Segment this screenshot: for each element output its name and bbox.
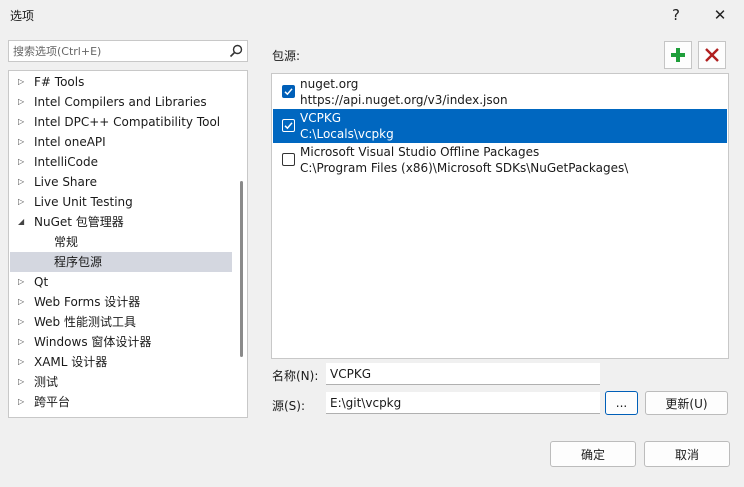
- check-icon: [284, 88, 293, 96]
- collapsed-arrow-icon[interactable]: ▷: [18, 332, 24, 352]
- name-label: 名称(N):: [272, 369, 319, 383]
- tree-item[interactable]: ▷ Qt: [10, 272, 232, 292]
- tree-item-label: 测试: [34, 375, 59, 389]
- tree-scrollbar-thumb[interactable]: [240, 181, 243, 357]
- source-name: VCPKG: [300, 111, 341, 125]
- tree-item[interactable]: 常规: [10, 232, 232, 252]
- source-field[interactable]: [326, 392, 600, 414]
- tree-item[interactable]: ▷ Live Unit Testing: [10, 192, 232, 212]
- search-input[interactable]: [13, 43, 223, 59]
- tree-item[interactable]: ▷ 跨平台: [10, 392, 232, 412]
- title-bar: 选项 ? ✕: [0, 0, 744, 30]
- source-name: nuget.org: [300, 77, 359, 91]
- plus-icon: [671, 48, 685, 62]
- source-list-item[interactable]: nuget.org https://api.nuget.org/v3/index.…: [273, 75, 727, 109]
- tree-item[interactable]: ▷ Live Share: [10, 172, 232, 192]
- source-list-item[interactable]: VCPKG C:\Locals\vcpkg: [273, 109, 727, 143]
- tree-item-label: Web 性能测试工具: [34, 315, 136, 329]
- tree-item[interactable]: ▷ Web Forms 设计器: [10, 292, 232, 312]
- tree-item-label: IntelliCode: [34, 155, 98, 169]
- add-source-button[interactable]: [664, 41, 692, 69]
- tree-item[interactable]: ▷ Windows 窗体设计器: [10, 332, 232, 352]
- tree-item-label: Live Unit Testing: [34, 195, 133, 209]
- collapsed-arrow-icon[interactable]: ▷: [18, 192, 24, 212]
- help-button[interactable]: ?: [658, 0, 694, 30]
- tree-item-label: 程序包源: [54, 255, 103, 269]
- source-list-item[interactable]: Microsoft Visual Studio Offline Packages…: [273, 143, 727, 177]
- collapsed-arrow-icon[interactable]: ▷: [18, 172, 24, 192]
- collapsed-arrow-icon[interactable]: ▷: [18, 92, 24, 112]
- collapsed-arrow-icon[interactable]: ▷: [18, 272, 24, 292]
- collapsed-arrow-icon[interactable]: ▷: [18, 352, 24, 372]
- tree-item-label: Web Forms 设计器: [34, 295, 141, 309]
- collapsed-arrow-icon[interactable]: ▷: [18, 372, 24, 392]
- ok-button[interactable]: 确定: [550, 441, 636, 467]
- search-icon[interactable]: [229, 44, 243, 58]
- delete-x-icon: [705, 48, 719, 62]
- tree-item[interactable]: 程序包源: [10, 252, 232, 272]
- source-enabled-checkbox[interactable]: [282, 153, 295, 166]
- search-box: [8, 40, 248, 62]
- source-label: 源(S):: [272, 399, 306, 413]
- source-enabled-checkbox[interactable]: [282, 85, 295, 98]
- collapsed-arrow-icon[interactable]: ▷: [18, 72, 24, 92]
- collapsed-arrow-icon[interactable]: ▷: [18, 132, 24, 152]
- tree-item[interactable]: ◢ NuGet 包管理器: [10, 212, 232, 232]
- tree-item-label: Intel oneAPI: [34, 135, 106, 149]
- source-enabled-checkbox[interactable]: [282, 119, 295, 132]
- collapsed-arrow-icon[interactable]: ▷: [18, 392, 24, 412]
- collapsed-arrow-icon[interactable]: ▷: [18, 292, 24, 312]
- tree-item-label: Live Share: [34, 175, 97, 189]
- package-source-list: nuget.org https://api.nuget.org/v3/index.…: [271, 73, 729, 359]
- tree-item-label: F# Tools: [34, 75, 85, 89]
- tree-item[interactable]: ▷ Intel Compilers and Libraries: [10, 92, 232, 112]
- check-icon: [284, 122, 293, 130]
- window-title: 选项: [10, 9, 35, 23]
- cancel-button[interactable]: 取消: [644, 441, 730, 467]
- tree-item[interactable]: ▷ XAML 设计器: [10, 352, 232, 372]
- tree-item-label: Intel Compilers and Libraries: [34, 95, 207, 109]
- tree-item[interactable]: ▷ Web 性能测试工具: [10, 312, 232, 332]
- name-field[interactable]: [326, 363, 600, 385]
- collapsed-arrow-icon[interactable]: ▷: [18, 112, 24, 132]
- tree-item[interactable]: ▷ 测试: [10, 372, 232, 392]
- tree-item[interactable]: ▷ F# Tools: [10, 72, 232, 92]
- tree-item-label: Intel DPC++ Compatibility Tool: [34, 115, 221, 129]
- tree-item[interactable]: ▷ Intel oneAPI: [10, 132, 232, 152]
- tree-item-label: XAML 设计器: [34, 355, 108, 369]
- tree-item[interactable]: ▷ IntelliCode: [10, 152, 232, 172]
- tree-item-label: 跨平台: [34, 395, 71, 409]
- collapsed-arrow-icon[interactable]: ▷: [18, 152, 24, 172]
- expanded-arrow-icon[interactable]: ◢: [18, 212, 24, 232]
- source-name: Microsoft Visual Studio Offline Packages: [300, 145, 540, 159]
- tree-item-label: NuGet 包管理器: [34, 215, 124, 229]
- browse-button[interactable]: ...: [605, 391, 638, 415]
- tree-item-label: Windows 窗体设计器: [34, 335, 152, 349]
- update-button[interactable]: 更新(U): [645, 391, 728, 415]
- tree-item[interactable]: ▷ Intel DPC++ Compatibility Tool: [10, 112, 232, 132]
- tree-item-label: Qt: [34, 275, 49, 289]
- source-url: https://api.nuget.org/v3/index.json: [300, 93, 508, 107]
- source-url: C:\Program Files (x86)\Microsoft SDKs\Nu…: [300, 161, 629, 175]
- source-url: C:\Locals\vcpkg: [300, 127, 394, 141]
- remove-source-button[interactable]: [698, 41, 726, 69]
- package-sources-label: 包源:: [272, 49, 301, 63]
- options-tree: ▷ 跨平台 ▷ 测试 ▷ XAML 设计器 ▷ Windows 窗体设计器 ▷ Web 性能测试工…: [8, 70, 248, 418]
- collapsed-arrow-icon[interactable]: ▷: [18, 312, 24, 332]
- close-button[interactable]: ✕: [702, 0, 738, 30]
- tree-item-label: 常规: [54, 235, 79, 249]
